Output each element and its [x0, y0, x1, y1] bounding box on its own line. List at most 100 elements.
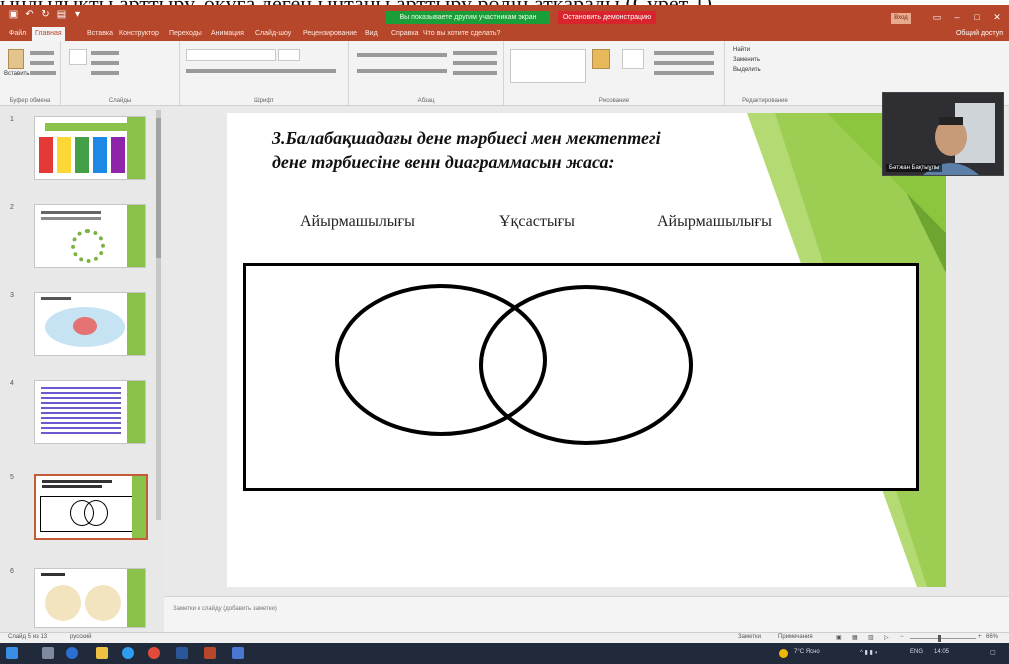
replace-button[interactable]: Заменить: [733, 57, 760, 63]
slide-number: 6: [10, 568, 14, 575]
notes-placeholder: Заметки к слайду (добавить заметки): [173, 606, 277, 612]
zoom-slider[interactable]: [910, 638, 976, 639]
new-slide-icon[interactable]: [69, 49, 87, 65]
shapes-gallery[interactable]: [510, 49, 586, 83]
explorer-icon[interactable]: [96, 647, 108, 659]
notes-toggle-button[interactable]: Заметки: [738, 634, 761, 640]
normal-view-icon[interactable]: ▣: [836, 634, 842, 641]
notifications-icon[interactable]: ▢: [990, 649, 996, 656]
title-bar: ▣ ↶ ↻ ▤ ▾ Вы показываете другим участник…: [0, 5, 1009, 25]
tab-animations[interactable]: Анимация: [208, 27, 247, 41]
slide-counter: Слайд 5 из 13: [8, 634, 48, 640]
quick-styles-icon[interactable]: [622, 49, 644, 69]
chrome-icon[interactable]: [122, 647, 134, 659]
reading-view-icon[interactable]: ▥: [868, 634, 874, 641]
slide-thumbnail-4[interactable]: [34, 380, 146, 444]
start-icon[interactable]: [6, 647, 18, 659]
weather-text[interactable]: 7°C Ясно: [794, 649, 820, 655]
signin-button[interactable]: Вход: [891, 13, 911, 24]
paste-button-label[interactable]: Вставить: [4, 71, 29, 77]
slide-thumbnail-2[interactable]: [34, 204, 146, 268]
slide-thumbnail-6[interactable]: [34, 568, 146, 628]
slideshow-view-icon[interactable]: ▷: [884, 634, 889, 641]
close-icon[interactable]: ✕: [990, 11, 1004, 23]
word-icon[interactable]: [176, 647, 188, 659]
undo-icon[interactable]: ↶: [24, 9, 35, 20]
tab-help[interactable]: Справка: [388, 27, 421, 41]
zoom-app-icon[interactable]: [232, 647, 244, 659]
zoom-in-icon[interactable]: +: [978, 634, 982, 640]
align-row: [357, 69, 447, 73]
ribbon-group-paragraph: Абзац: [349, 41, 504, 105]
tab-insert[interactable]: Вставка: [84, 27, 116, 41]
screen-share-banner: Вы показываете другим участникам экран О…: [386, 11, 656, 25]
yandex-icon[interactable]: [148, 647, 160, 659]
language-button[interactable]: ENG: [910, 649, 923, 655]
maximize-icon[interactable]: □: [970, 11, 984, 23]
arrange-icon[interactable]: [592, 49, 610, 69]
participant-avatar: [883, 93, 1003, 175]
slide-number: 1: [10, 116, 14, 123]
meet-sharing-notice: Вы показываете другим участникам экран: [386, 11, 550, 25]
edge-icon[interactable]: [66, 647, 78, 659]
quick-access-dropdown-icon[interactable]: ▾: [72, 9, 83, 20]
font-group-label: Шрифт: [254, 98, 274, 104]
select-button[interactable]: Выделить: [733, 67, 761, 73]
current-slide[interactable]: 3.Балабақшадағы дене тәрбиесі мен мектеп…: [227, 113, 946, 587]
align-text: [453, 61, 497, 65]
font-family-select[interactable]: [186, 49, 276, 61]
search-icon[interactable]: [42, 647, 54, 659]
font-size-select[interactable]: [278, 49, 300, 61]
notes-pane[interactable]: Заметки к слайду (добавить заметки): [164, 596, 1009, 633]
ribbon-display-icon[interactable]: ▭: [930, 11, 944, 23]
text-direction: [453, 51, 497, 55]
zoom-level[interactable]: 66%: [986, 634, 998, 640]
clock[interactable]: 14:05: [934, 649, 949, 655]
slide-title-line2: дене тәрбиесіне венн диаграммасын жаса:: [272, 152, 615, 172]
paste-icon[interactable]: [8, 49, 24, 69]
zoom-out-icon[interactable]: −: [900, 634, 904, 640]
slide-title-line1: 3.Балабақшадағы дене тәрбиесі мен мектеп…: [272, 128, 661, 148]
comments-button[interactable]: Примечания: [778, 634, 813, 640]
slide-thumbnail-5[interactable]: [34, 474, 148, 540]
tab-view[interactable]: Вид: [362, 27, 381, 41]
slide-number: 5: [10, 474, 14, 481]
tab-review[interactable]: Рецензирование: [300, 27, 360, 41]
slide-thumbnail-1[interactable]: [34, 116, 146, 180]
slides-group-label: Слайды: [108, 98, 132, 104]
tab-file[interactable]: Файл: [6, 27, 29, 41]
tray-icons[interactable]: ^ ▮ ▮ ◗: [860, 649, 878, 656]
tab-home[interactable]: Главная: [32, 27, 65, 41]
font-format-row: [186, 69, 336, 73]
paragraph-group-label: Абзац: [417, 98, 435, 104]
powerpoint-icon[interactable]: [204, 647, 216, 659]
ribbon: Вставить Буфер обмена Слайды Шрифт Абзац…: [0, 41, 1009, 106]
list-row: [357, 53, 447, 57]
tell-me-search[interactable]: Что вы хотите сделать?: [420, 27, 503, 41]
thumbnail-scrollbar-thumb[interactable]: [156, 118, 161, 258]
drawing-group-label: Рисование: [598, 98, 630, 104]
video-participant-tile[interactable]: Бәтжан Бақтыұлы: [882, 92, 1004, 176]
share-button[interactable]: Общий доступ: [956, 27, 1003, 41]
present-icon[interactable]: ▤: [56, 9, 67, 20]
sorter-view-icon[interactable]: ▦: [852, 634, 858, 641]
save-icon[interactable]: ▣: [8, 9, 19, 20]
editing-group-label: Редактирование: [742, 98, 788, 104]
venn-diagram-box[interactable]: [243, 263, 919, 491]
weather-icon[interactable]: [779, 649, 788, 658]
language-indicator[interactable]: русский: [70, 634, 92, 640]
zoom-slider-thumb[interactable]: [938, 635, 941, 642]
participant-name: Бәтжан Бақтыұлы: [886, 164, 943, 172]
reset-item: [91, 61, 119, 65]
tab-transitions[interactable]: Переходы: [166, 27, 205, 41]
redo-icon[interactable]: ↻: [40, 9, 51, 20]
slide-thumbnail-3[interactable]: [34, 292, 146, 356]
venn-label-middle: Ұқсастығы: [499, 213, 575, 230]
stop-sharing-button[interactable]: Остановить демонстрацию: [558, 11, 656, 25]
slide-thumbnails-panel: [0, 106, 164, 632]
find-button[interactable]: Найти: [733, 47, 750, 53]
minimize-icon[interactable]: –: [950, 11, 964, 23]
tab-design[interactable]: Конструктор: [116, 27, 162, 41]
tab-slideshow[interactable]: Слайд-шоу: [252, 27, 294, 41]
ribbon-group-slides: Слайды: [61, 41, 180, 105]
